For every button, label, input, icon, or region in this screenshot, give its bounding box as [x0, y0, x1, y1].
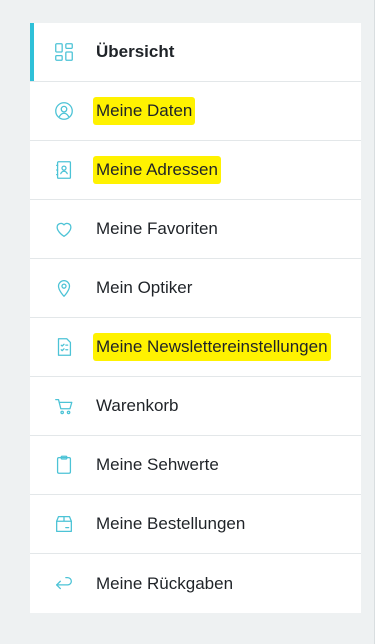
user-circle-icon	[52, 99, 76, 123]
menu-item-meine-adressen[interactable]: Meine Adressen	[30, 141, 361, 200]
menu-item-label: Meine Sehwerte	[96, 455, 219, 474]
menu-item-label: Meine Newslettereinstellungen	[93, 333, 331, 361]
menu-item-warenkorb[interactable]: Warenkorb	[30, 377, 361, 436]
checklist-icon	[52, 335, 76, 359]
clipboard-icon	[52, 453, 76, 477]
menu-item-label: Meine Adressen	[93, 156, 221, 184]
dashboard-icon	[52, 40, 76, 64]
menu-item-label: Übersicht	[96, 42, 175, 61]
return-arrow-icon	[52, 572, 76, 596]
account-menu: Übersicht Meine Daten Meine Adressen Mei…	[30, 23, 361, 613]
box-icon	[52, 512, 76, 536]
menu-item-meine-rueckgaben[interactable]: Meine Rückgaben	[30, 554, 361, 613]
menu-item-label: Meine Favoriten	[96, 219, 218, 238]
menu-item-label: Meine Daten	[93, 97, 196, 125]
menu-item-label: Meine Bestellungen	[96, 514, 246, 533]
menu-item-meine-favoriten[interactable]: Meine Favoriten	[30, 200, 361, 259]
menu-item-newslettereinstellungen[interactable]: Meine Newslettereinstellungen	[30, 318, 361, 377]
menu-item-label: Warenkorb	[96, 396, 179, 415]
menu-item-label: Mein Optiker	[96, 278, 193, 297]
menu-item-label: Meine Rückgaben	[96, 573, 234, 593]
menu-item-meine-bestellungen[interactable]: Meine Bestellungen	[30, 495, 361, 554]
menu-item-mein-optiker[interactable]: Mein Optiker	[30, 259, 361, 318]
address-book-icon	[52, 158, 76, 182]
menu-item-meine-daten[interactable]: Meine Daten	[30, 82, 361, 141]
cart-icon	[52, 394, 76, 418]
location-pin-icon	[52, 276, 76, 300]
menu-item-uebersicht[interactable]: Übersicht	[30, 23, 361, 82]
scroll-edge	[374, 0, 384, 644]
menu-item-meine-sehwerte[interactable]: Meine Sehwerte	[30, 436, 361, 495]
heart-icon	[52, 217, 76, 241]
